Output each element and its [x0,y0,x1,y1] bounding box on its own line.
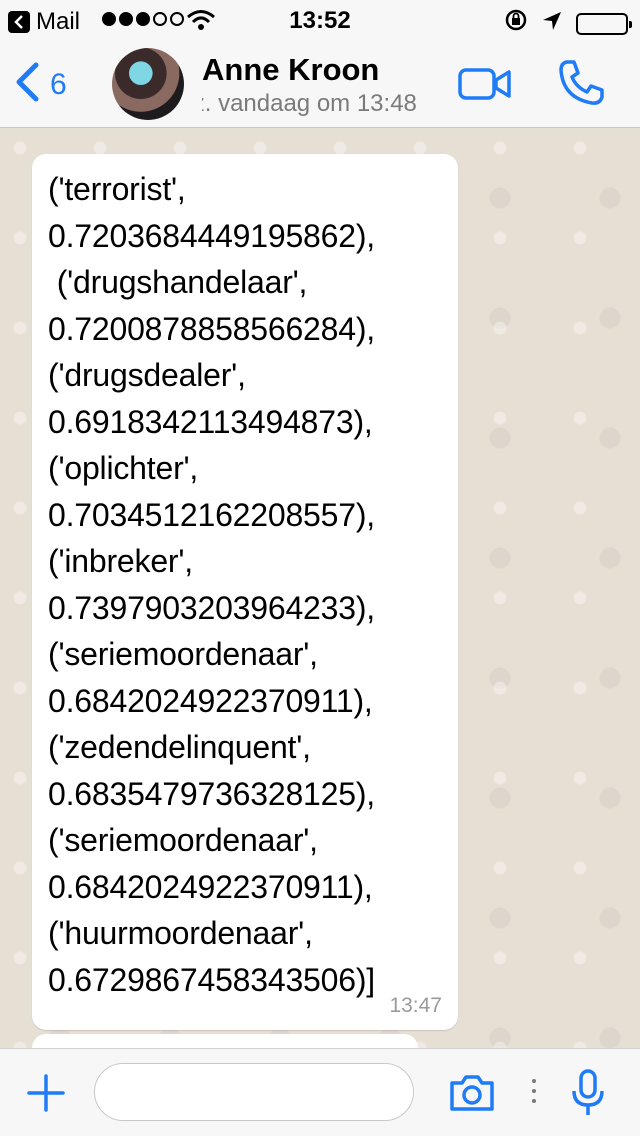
microphone-icon [572,1069,604,1115]
message-time: 13:47 [389,994,442,1017]
microphone-button[interactable] [570,1069,606,1122]
input-bar [0,1048,640,1136]
phone-icon [559,60,604,105]
next-message-partial[interactable] [32,1034,418,1048]
plus-icon [27,1074,65,1112]
lock-rotation-icon [504,8,528,39]
video-call-icon [458,68,511,100]
more-icon[interactable] [532,1079,536,1103]
video-call-button[interactable] [458,66,512,107]
incoming-message[interactable]: ('terrorist', 0.7203684449195862), ('dru… [32,154,458,1030]
chat-area[interactable]: ('terrorist', 0.7203684449195862), ('dru… [0,128,640,1048]
contact-name[interactable]: Anne Kroon [202,52,379,88]
camera-button[interactable] [448,1073,496,1118]
camera-icon [450,1075,494,1111]
location-arrow-icon [542,10,562,38]
unread-count: 6 [50,67,67,101]
attach-button[interactable] [26,1073,66,1118]
chevron-left-icon [14,62,40,107]
message-text: ('terrorist', 0.7203684449195862), ('dru… [48,171,375,998]
message-input[interactable] [94,1063,414,1121]
avatar[interactable] [112,48,184,120]
back-button[interactable]: 6 [14,62,67,107]
voice-call-button[interactable] [556,58,606,113]
chat-header: 6 Anne Kroon laatst gez. vandaag om 13:4… [0,40,640,128]
battery-icon [576,12,632,35]
contact-last-seen: laatst gez. vandaag om 13:48 [202,90,417,117]
status-bar: Mail 13:52 [0,0,640,40]
